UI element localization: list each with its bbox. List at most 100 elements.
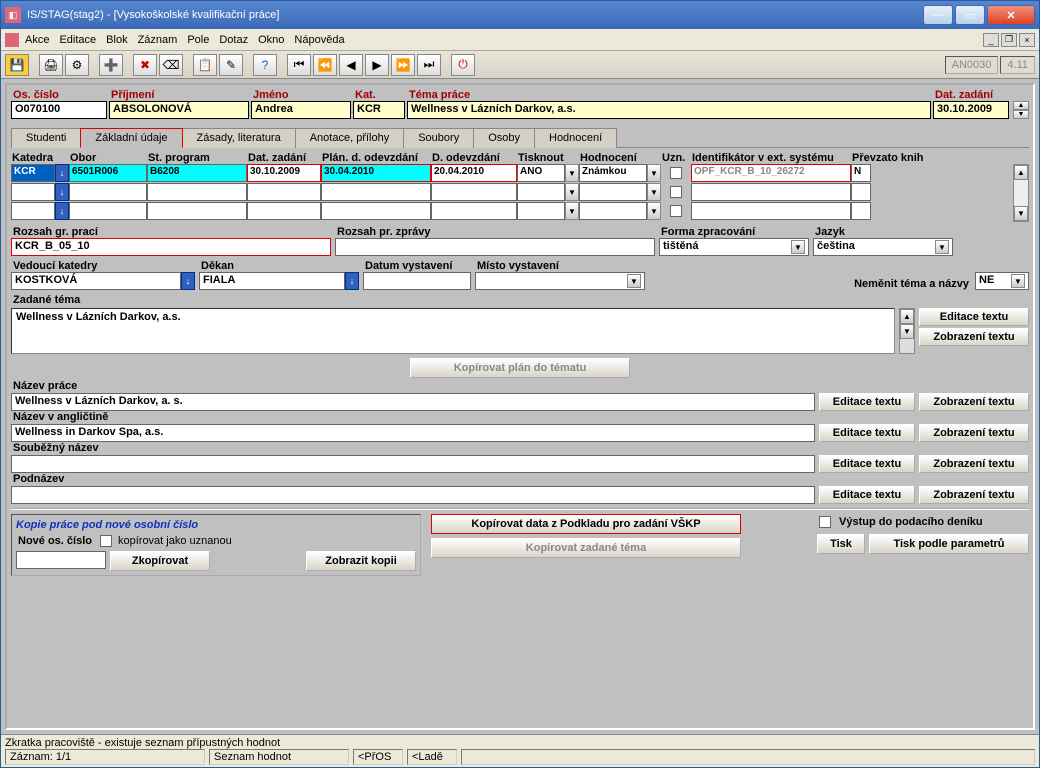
print-icon[interactable]: 🖨	[39, 54, 63, 76]
scroll-up-button[interactable]: ▲	[1013, 101, 1029, 110]
menu-zaznam[interactable]: Záznam	[138, 34, 178, 46]
mdi-restore[interactable]: ❐	[1001, 33, 1017, 47]
podnazev-input[interactable]	[11, 486, 815, 504]
dekan-lookup[interactable]: ↓	[345, 272, 359, 290]
uzn-checkbox[interactable]	[670, 167, 682, 179]
tab-osoby[interactable]: Osoby	[473, 128, 535, 148]
delete-icon[interactable]: ✖	[133, 54, 157, 76]
zobrazeni-textu-button[interactable]: Zobrazení textu	[919, 328, 1029, 346]
tab-studenti[interactable]: Studenti	[11, 128, 81, 148]
maximize-button[interactable]: ▭	[955, 5, 985, 25]
kop-uzn-checkbox[interactable]	[100, 535, 112, 547]
copy-icon[interactable]: 📋	[193, 54, 217, 76]
menu-dotaz[interactable]: Dotaz	[219, 34, 248, 46]
podnazev-view-button[interactable]: Zobrazení textu	[919, 486, 1029, 504]
vedouci-lookup[interactable]: ↓	[181, 272, 195, 290]
tab-zasady[interactable]: Zásady, literatura	[182, 128, 296, 148]
menu-blok[interactable]: Blok	[106, 34, 127, 46]
prijmeni-field[interactable]: ABSOLONOVÁ	[109, 101, 249, 119]
nove-os-input[interactable]	[16, 551, 106, 569]
nazev-en-view-button[interactable]: Zobrazení textu	[919, 424, 1029, 442]
print-setup-icon[interactable]: ⚙	[65, 54, 89, 76]
kopirovat-zadane-button[interactable]: Kopírovat zadané téma	[431, 538, 741, 558]
clear-icon[interactable]: ⌫	[159, 54, 183, 76]
add-icon[interactable]: ➕	[99, 54, 123, 76]
editace-textu-button[interactable]: Editace textu	[919, 308, 1029, 326]
edit-icon[interactable]: ✎	[219, 54, 243, 76]
last-icon[interactable]: ⏭	[417, 54, 441, 76]
menu-okno[interactable]: Okno	[258, 34, 284, 46]
podnazev-edit-button[interactable]: Editace textu	[819, 486, 915, 504]
mdi-close[interactable]: ×	[1019, 33, 1035, 47]
forma-select[interactable]: tištěná▼	[659, 238, 809, 256]
exit-icon[interactable]: ⏻	[451, 54, 475, 76]
cell-ident[interactable]: OPF_KCR_B_10_26272	[691, 164, 851, 182]
kopirovat-plan-button[interactable]: Kopírovat plán do tématu	[410, 358, 630, 378]
jmeno-field[interactable]: Andrea	[251, 101, 351, 119]
nazev-en-edit-button[interactable]: Editace textu	[819, 424, 915, 442]
dekan-input[interactable]: FIALA	[199, 272, 345, 290]
tisk-param-button[interactable]: Tisk podle parametrů	[869, 534, 1029, 554]
vedouci-input[interactable]: KOSTKOVÁ	[11, 272, 181, 290]
menu-pole[interactable]: Pole	[187, 34, 209, 46]
next-icon[interactable]: ▶	[365, 54, 389, 76]
close-button[interactable]: ✕	[987, 5, 1035, 25]
zobrazit-kopii-button[interactable]: Zobrazit kopii	[306, 551, 416, 571]
cell-tisknout[interactable]: ANO	[517, 164, 565, 182]
nazev-en-input[interactable]: Wellness in Darkov Spa, a.s.	[11, 424, 815, 442]
grid-scrollbar[interactable]: ▲ ▼	[1013, 164, 1029, 222]
tema-scrollbar[interactable]: ▲▼	[899, 308, 915, 354]
os-cislo-field[interactable]: O070100	[11, 101, 107, 119]
first-icon[interactable]: ⏮	[287, 54, 311, 76]
menu-akce[interactable]: Akce	[25, 34, 49, 46]
rozsah-gr-input[interactable]: KCR_B_05_10	[11, 238, 331, 256]
tab-soubory[interactable]: Soubory	[403, 128, 474, 148]
tisk-button[interactable]: Tisk	[817, 534, 865, 554]
kopirovat-data-button[interactable]: Kopírovat data z Podkladu pro zadání VŠK…	[431, 514, 741, 534]
cell-dat-zadani[interactable]: 30.10.2009	[247, 164, 321, 182]
minimize-button[interactable]: —	[923, 5, 953, 25]
zkopirovat-button[interactable]: Zkopírovat	[110, 551, 210, 571]
soubezny-view-button[interactable]: Zobrazení textu	[919, 455, 1029, 473]
prev-page-icon[interactable]: ⏪	[313, 54, 337, 76]
menu-editace[interactable]: Editace	[59, 34, 96, 46]
cell-prevzato[interactable]: N	[851, 164, 871, 182]
soubezny-edit-button[interactable]: Editace textu	[819, 455, 915, 473]
vystup-checkbox[interactable]	[819, 516, 831, 528]
soubezny-label: Souběžný název	[11, 442, 101, 454]
katedra-dropdown-3[interactable]: ↓	[55, 202, 69, 220]
dat-zadani-field[interactable]: 30.10.2009	[933, 101, 1009, 119]
menu-napoveda[interactable]: Nápověda	[294, 34, 344, 46]
tab-hodnoceni[interactable]: Hodnocení	[534, 128, 617, 148]
save-icon[interactable]: 💾	[5, 54, 29, 76]
cell-program[interactable]: B6208	[147, 164, 247, 182]
nazev-view-button[interactable]: Zobrazení textu	[919, 393, 1029, 411]
kat-field[interactable]: KCR	[353, 101, 405, 119]
mdi-minimize[interactable]: _	[983, 33, 999, 47]
next-page-icon[interactable]: ⏩	[391, 54, 415, 76]
prev-icon[interactable]: ◀	[339, 54, 363, 76]
zadane-tema-textarea[interactable]: Wellness v Lázních Darkov, a.s.	[11, 308, 895, 354]
rozsah-pr-input[interactable]	[335, 238, 655, 256]
soubezny-input[interactable]	[11, 455, 815, 473]
katedra-dropdown-2[interactable]: ↓	[55, 183, 69, 201]
cell-plan[interactable]: 30.04.2010	[321, 164, 431, 182]
tab-anotace[interactable]: Anotace, přílohy	[295, 128, 405, 148]
nemenit-select[interactable]: NE▼	[975, 272, 1029, 290]
cell-katedra[interactable]: KCR	[11, 164, 55, 182]
cell-dodevzdani[interactable]: 20.04.2010	[431, 164, 517, 182]
cell-hodnoceni[interactable]: Známkou	[579, 164, 647, 182]
katedra-dropdown[interactable]: ↓	[55, 164, 69, 182]
cell-obor[interactable]: 6501R006	[69, 164, 147, 182]
nazev-input[interactable]: Wellness v Lázních Darkov, a. s.	[11, 393, 815, 411]
misto-vyst-select[interactable]: ▼	[475, 272, 645, 290]
nazev-edit-button[interactable]: Editace textu	[819, 393, 915, 411]
scroll-down-button[interactable]: ▼	[1013, 110, 1029, 119]
help-icon[interactable]: ?	[253, 54, 277, 76]
jazyk-select[interactable]: čeština▼	[813, 238, 953, 256]
hodnoceni-dropdown[interactable]: ▼	[647, 164, 661, 182]
datum-vyst-input[interactable]	[363, 272, 471, 290]
tab-zakladni-udaje[interactable]: Základní údaje	[80, 128, 182, 148]
tema-field[interactable]: Wellness v Lázních Darkov, a.s.	[407, 101, 931, 119]
tisknout-dropdown[interactable]: ▼	[565, 164, 579, 182]
